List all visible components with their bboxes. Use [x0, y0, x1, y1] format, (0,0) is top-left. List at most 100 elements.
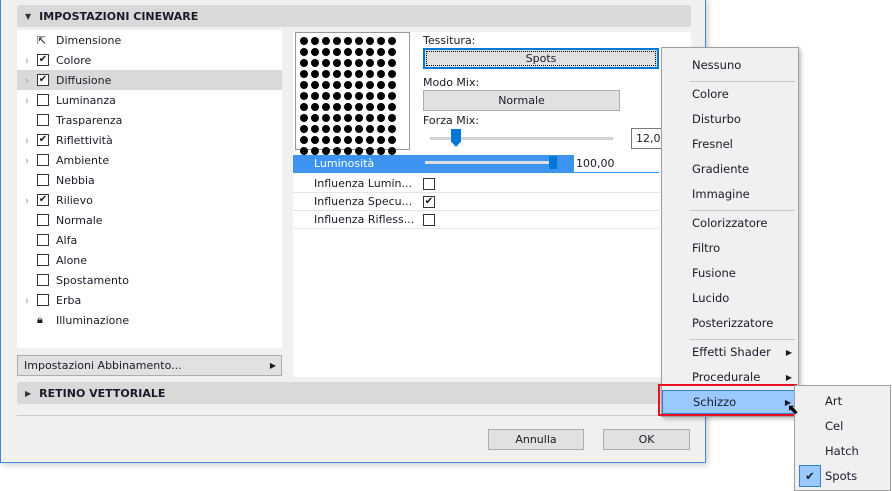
channel-label: Trasparenza	[56, 113, 123, 127]
channel-item[interactable]: Alfa	[17, 230, 282, 250]
menu-item[interactable]: Fresnel	[662, 132, 798, 156]
spot-dot	[299, 135, 308, 144]
spot-dot	[354, 102, 363, 111]
spot-dot	[365, 135, 374, 144]
channel-checkbox[interactable]	[37, 94, 49, 106]
channel-checkbox[interactable]: ✔	[37, 74, 49, 86]
menu-item[interactable]: Effetti Shader ▶	[662, 340, 798, 364]
menu-item[interactable]: Posterizzatore	[662, 311, 798, 335]
spot-dot	[299, 36, 308, 45]
channel-item[interactable]: › ✔ Rilievo	[17, 190, 282, 210]
expand-chevron-icon[interactable]: ›	[17, 294, 37, 307]
menu-item[interactable]: Colorizzatore	[662, 211, 798, 235]
channel-checkbox[interactable]	[37, 214, 49, 226]
sketch-submenu: Art Cel Hatch ✔ Spots	[794, 385, 891, 491]
channel-checkbox[interactable]	[37, 114, 49, 126]
submenu-item-label: Hatch	[825, 444, 859, 458]
submenu-item[interactable]: Hatch	[795, 439, 890, 463]
expand-chevron-icon[interactable]: ›	[17, 54, 37, 67]
channel-checkbox[interactable]: ✔	[37, 194, 49, 206]
menu-item-label: Immagine	[692, 187, 750, 201]
spot-dot	[354, 113, 363, 122]
channel-checkbox[interactable]	[37, 154, 49, 166]
menu-item-label: Colorizzatore	[692, 216, 768, 230]
spot-dot	[354, 135, 363, 144]
submenu-item[interactable]: Cel	[795, 414, 890, 438]
cancel-button[interactable]: Annulla	[488, 429, 584, 450]
ok-button[interactable]: OK	[603, 429, 690, 450]
spot-dot	[310, 113, 319, 122]
menu-item[interactable]: Disturbo	[662, 107, 798, 131]
luminosity-slider[interactable]	[425, 161, 555, 164]
menu-item[interactable]: Lucido	[662, 286, 798, 310]
channel-checkbox[interactable]: ✔	[37, 134, 49, 146]
spot-dot	[376, 36, 385, 45]
menu-item-label: Gradiente	[692, 162, 750, 176]
expand-chevron-icon[interactable]: ›	[17, 194, 37, 207]
channel-checkbox[interactable]	[37, 294, 49, 306]
property-checkbox[interactable]	[423, 213, 435, 226]
submenu-item[interactable]: Art	[795, 389, 890, 413]
lighting-icon: 🔒︎	[37, 313, 43, 326]
channel-item[interactable]: Trasparenza	[17, 110, 282, 130]
divider	[17, 415, 691, 416]
property-checkbox[interactable]: ✔	[423, 195, 435, 208]
menu-item-label: Procedurale	[692, 370, 761, 384]
luminosity-input[interactable]: 100,00	[574, 155, 659, 172]
channel-checkbox[interactable]	[37, 174, 49, 186]
menu-item[interactable]: Fusione	[662, 261, 798, 285]
spot-dot	[365, 102, 374, 111]
spot-dot	[365, 80, 374, 89]
channel-item[interactable]: › ✔ Riflettività	[17, 130, 282, 150]
property-row: Influenza Specu... ✔	[293, 193, 659, 211]
menu-item[interactable]: Gradiente	[662, 157, 798, 181]
menu-item-label: Effetti Shader	[692, 345, 771, 359]
channel-checkbox[interactable]	[37, 234, 49, 246]
submenu-item[interactable]: ✔ Spots	[795, 464, 890, 488]
mouse-cursor-icon: ⬉	[787, 402, 799, 418]
property-checkbox[interactable]	[423, 177, 435, 190]
menu-item[interactable]: Nessuno	[662, 53, 798, 77]
luminosity-thumb[interactable]	[549, 156, 557, 169]
channel-item[interactable]: › Ambiente	[17, 150, 282, 170]
channel-item[interactable]: Alone	[17, 250, 282, 270]
spot-dot	[310, 47, 319, 56]
channel-item[interactable]: › Luminanza	[17, 90, 282, 110]
spot-dot	[387, 113, 396, 122]
menu-item[interactable]: Filtro	[662, 236, 798, 260]
channel-item[interactable]: ⇱ Dimensione	[17, 30, 282, 50]
channel-item[interactable]: › ✔ Diffusione	[17, 70, 282, 90]
spot-dot	[332, 58, 341, 67]
channel-item[interactable]: › ✔ Colore	[17, 50, 282, 70]
expand-chevron-icon[interactable]: ›	[17, 134, 37, 147]
channel-item[interactable]: Nebbia	[17, 170, 282, 190]
checkmark-icon: ✔	[799, 465, 821, 487]
texture-button[interactable]: Spots	[423, 48, 659, 69]
channel-checkbox[interactable]: ✔	[37, 54, 49, 66]
menu-item[interactable]: Immagine	[662, 182, 798, 206]
section-cineware-header[interactable]: ▼ IMPOSTAZIONI CINEWARE	[17, 5, 691, 27]
channel-label: Ambiente	[56, 153, 110, 167]
channel-label: Luminanza	[56, 93, 116, 107]
channel-item[interactable]: › Erba	[17, 290, 282, 310]
spot-dot	[365, 124, 374, 133]
channel-item[interactable]: Spostamento	[17, 270, 282, 290]
expand-chevron-icon[interactable]: ›	[17, 94, 37, 107]
menu-item[interactable]: Colore	[662, 82, 798, 106]
channel-label: Alone	[56, 253, 88, 267]
mix-mode-select[interactable]: Normale	[423, 90, 620, 111]
spot-dot	[387, 69, 396, 78]
expand-chevron-icon[interactable]: ›	[17, 74, 37, 87]
submenu-arrow-icon: ▶	[785, 372, 792, 382]
spot-dot	[376, 58, 385, 67]
channel-checkbox[interactable]	[37, 274, 49, 286]
menu-item-label: Fusione	[692, 266, 736, 280]
spot-dot	[321, 113, 330, 122]
channel-checkbox[interactable]	[37, 254, 49, 266]
section-retino-header[interactable]: ▶ RETINO VETTORIALE	[17, 382, 691, 404]
channel-item[interactable]: Normale	[17, 210, 282, 230]
channel-item[interactable]: 🔒︎ Illuminazione	[17, 310, 282, 330]
expand-chevron-icon[interactable]: ›	[17, 154, 37, 167]
spot-dot	[354, 91, 363, 100]
match-settings-button[interactable]: Impostazioni Abbinamento... ▶	[17, 355, 282, 376]
